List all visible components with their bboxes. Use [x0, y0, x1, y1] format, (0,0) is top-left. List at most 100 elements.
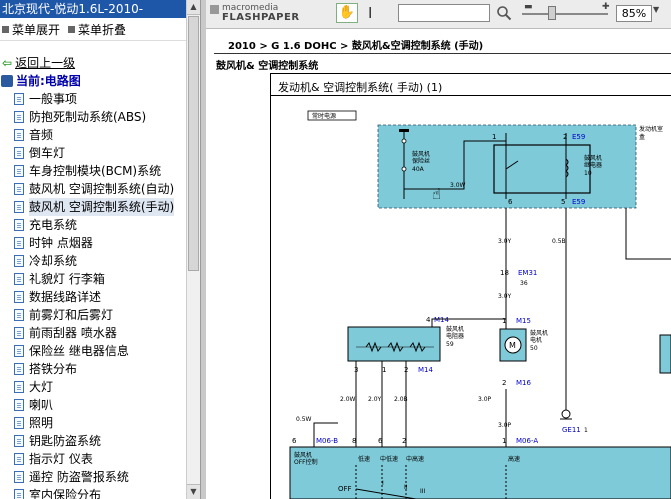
m16-connector: M16 [516, 379, 531, 387]
zoom-in-icon[interactable]: ✚ [602, 2, 610, 12]
current-folder[interactable]: 当前:电路图 [0, 72, 174, 90]
tree-item-label: 保险丝 继电器信息 [29, 344, 129, 358]
document-icon [14, 381, 24, 393]
logo-mark-icon [210, 5, 219, 14]
wire-2w: 2.0W [340, 396, 356, 403]
zoom-slider[interactable] [522, 13, 608, 15]
fuse-sub: 保险丝 [412, 157, 430, 165]
collapse-menu-button[interactable]: 菜单折叠 [68, 21, 126, 38]
e59-connector: E59 [572, 133, 585, 141]
resistor-page: 59 [446, 341, 454, 348]
relay-sub: 继电器 [584, 161, 602, 169]
tree-item[interactable]: 防抱死制动系统(ABS) [0, 108, 174, 126]
tree-item-label: 一般事项 [29, 92, 78, 106]
wire-3y-b: 3.0Y [498, 293, 512, 300]
tree-item[interactable]: 礼貌灯 行李箱 [0, 270, 174, 288]
tree-item-label: 遥控 防盗警报系统 [29, 470, 129, 484]
viewer-toolbar: macromedia FLASHPAPER ✋ I ▬ ✚ 85% ▼ [206, 0, 671, 29]
document-icon [14, 453, 24, 465]
zoom-value[interactable]: 85% [616, 5, 652, 22]
zoom-out-icon[interactable]: ▬ [524, 2, 533, 12]
flashpaper-logo: macromedia FLASHPAPER [210, 3, 300, 23]
hand-tool-button[interactable]: ✋ [336, 3, 358, 23]
right-partial-component [659, 334, 671, 374]
tree-item-label: 喇叭 [29, 398, 54, 412]
tree-item[interactable]: 照明 [0, 414, 174, 432]
document-icon [14, 147, 24, 159]
tree-list: ⇦ 返回上一级 当前:电路图 一般事项防抱死制动系统(ABS) 音频倒车灯车身控制… [0, 54, 175, 499]
document-icon [14, 435, 24, 447]
tree-item-label: 数据线路详述 [29, 290, 102, 304]
tree-item-label: 鼓风机 空调控制系统(手动) [29, 198, 175, 216]
search-icon[interactable] [496, 5, 512, 21]
resistor-name: 鼓风机 [446, 325, 464, 333]
document-icon [14, 417, 24, 429]
tree-item[interactable]: 音频 [0, 126, 174, 144]
resistor-sub: 电阻器 [446, 332, 464, 340]
tree-item[interactable]: 一般事项 [0, 90, 174, 108]
tree-item[interactable]: 前雾灯和后雾灯 [0, 306, 174, 324]
wiring-diagram: 常时电源 发动机室 盒 鼓风机 保险丝 40A 1 2 E59 鼓风机 继电器 [289, 110, 671, 499]
tree-item[interactable]: 喇叭 [0, 396, 174, 414]
tree-item[interactable]: 数据线路详述 [0, 288, 174, 306]
tree-item[interactable]: 钥匙防盗系统 [0, 432, 174, 450]
tree-item[interactable]: 冷却系统 [0, 252, 174, 270]
document-icon [14, 273, 24, 285]
wire-3p: 3.0P [478, 396, 492, 403]
tree-item[interactable]: 搭铁分布 [0, 360, 174, 378]
tree-item-label: 冷却系统 [29, 254, 78, 268]
document-icon [14, 345, 24, 357]
tree-item[interactable]: 遥控 防盗警报系统 [0, 468, 174, 486]
tree-item-label: 倒车灯 [29, 146, 66, 160]
tree-item[interactable]: 充电系统 [0, 216, 174, 234]
scrollbar-thumb[interactable] [188, 16, 199, 271]
scroll-down-arrow-icon[interactable]: ▼ [187, 484, 200, 499]
back-arrow-icon: ⇦ [2, 56, 13, 70]
tree-item-label: 大灯 [29, 380, 54, 394]
search-input[interactable] [398, 4, 490, 22]
navigation-pane: 北京现代-悦动1.6L-2010- 菜单展开 菜单折叠 ⇦ 返回上一级 当前:电… [0, 0, 186, 499]
zoom-dropdown-icon[interactable]: ▼ [653, 5, 659, 14]
text-select-tool-icon[interactable]: I [368, 4, 372, 22]
m06b-connector: M06-B [316, 437, 338, 445]
tree-items: 一般事项防抱死制动系统(ABS) 音频倒车灯车身控制模块(BCM)系统鼓风机 空调… [0, 90, 175, 499]
expand-menu-button[interactable]: 菜单展开 [2, 21, 60, 38]
tree-item-label: 车身控制模块(BCM)系统 [29, 164, 162, 178]
switch-off: OFF [338, 485, 352, 493]
switch-sub: OFF控制 [294, 458, 318, 466]
back-link-label: 返回上一级 [15, 56, 76, 70]
pin-2b: 2 [502, 379, 506, 387]
pin-4b: 4 [426, 316, 431, 324]
document-icon [14, 219, 24, 231]
fuse-amp: 40A [412, 166, 425, 173]
tree-item[interactable]: 前雨刮器 喷水器 [0, 324, 174, 342]
blower-relay [493, 144, 591, 194]
tree-item[interactable]: 鼓风机 空调控制系统(自动) [0, 180, 174, 198]
tree-item[interactable]: 时钟 点烟器 [0, 234, 174, 252]
m15-connector: M15 [516, 317, 531, 325]
document-icon [14, 129, 24, 141]
tree-item[interactable]: 保险丝 继电器信息 [0, 342, 174, 360]
tree-item-label: 指示灯 仪表 [29, 452, 93, 466]
tree-item[interactable]: 室内保险分布 [0, 486, 174, 499]
zoom-slider-thumb[interactable] [548, 6, 557, 20]
pin-2d: 2 [402, 437, 406, 445]
m14-connector-2: M14 [418, 366, 433, 374]
tree-item-label: 搭铁分布 [29, 362, 78, 376]
tree-item[interactable]: 倒车灯 [0, 144, 174, 162]
tree-item-label: 钥匙防盗系统 [29, 434, 102, 448]
tree-item[interactable]: 指示灯 仪表 [0, 450, 174, 468]
scroll-up-arrow-icon[interactable]: ▲ [187, 0, 200, 15]
back-link[interactable]: ⇦ 返回上一级 [0, 54, 174, 72]
tree-item[interactable]: 鼓风机 空调控制系统(手动) [0, 198, 175, 216]
em31-connector: EM31 [518, 269, 537, 277]
relay-name: 鼓风机 [584, 154, 602, 162]
document-icon [14, 399, 24, 411]
hand-icon: ✋ [338, 5, 356, 20]
left-scrollbar[interactable]: ▲ ▼ [186, 0, 200, 499]
tree-item[interactable]: 车身控制模块(BCM)系统 [0, 162, 174, 180]
tree-item[interactable]: 大灯 [0, 378, 174, 396]
document-icon [14, 489, 24, 499]
collapse-menu-label: 菜单折叠 [78, 22, 127, 37]
switch-pos-3: III [420, 488, 426, 495]
